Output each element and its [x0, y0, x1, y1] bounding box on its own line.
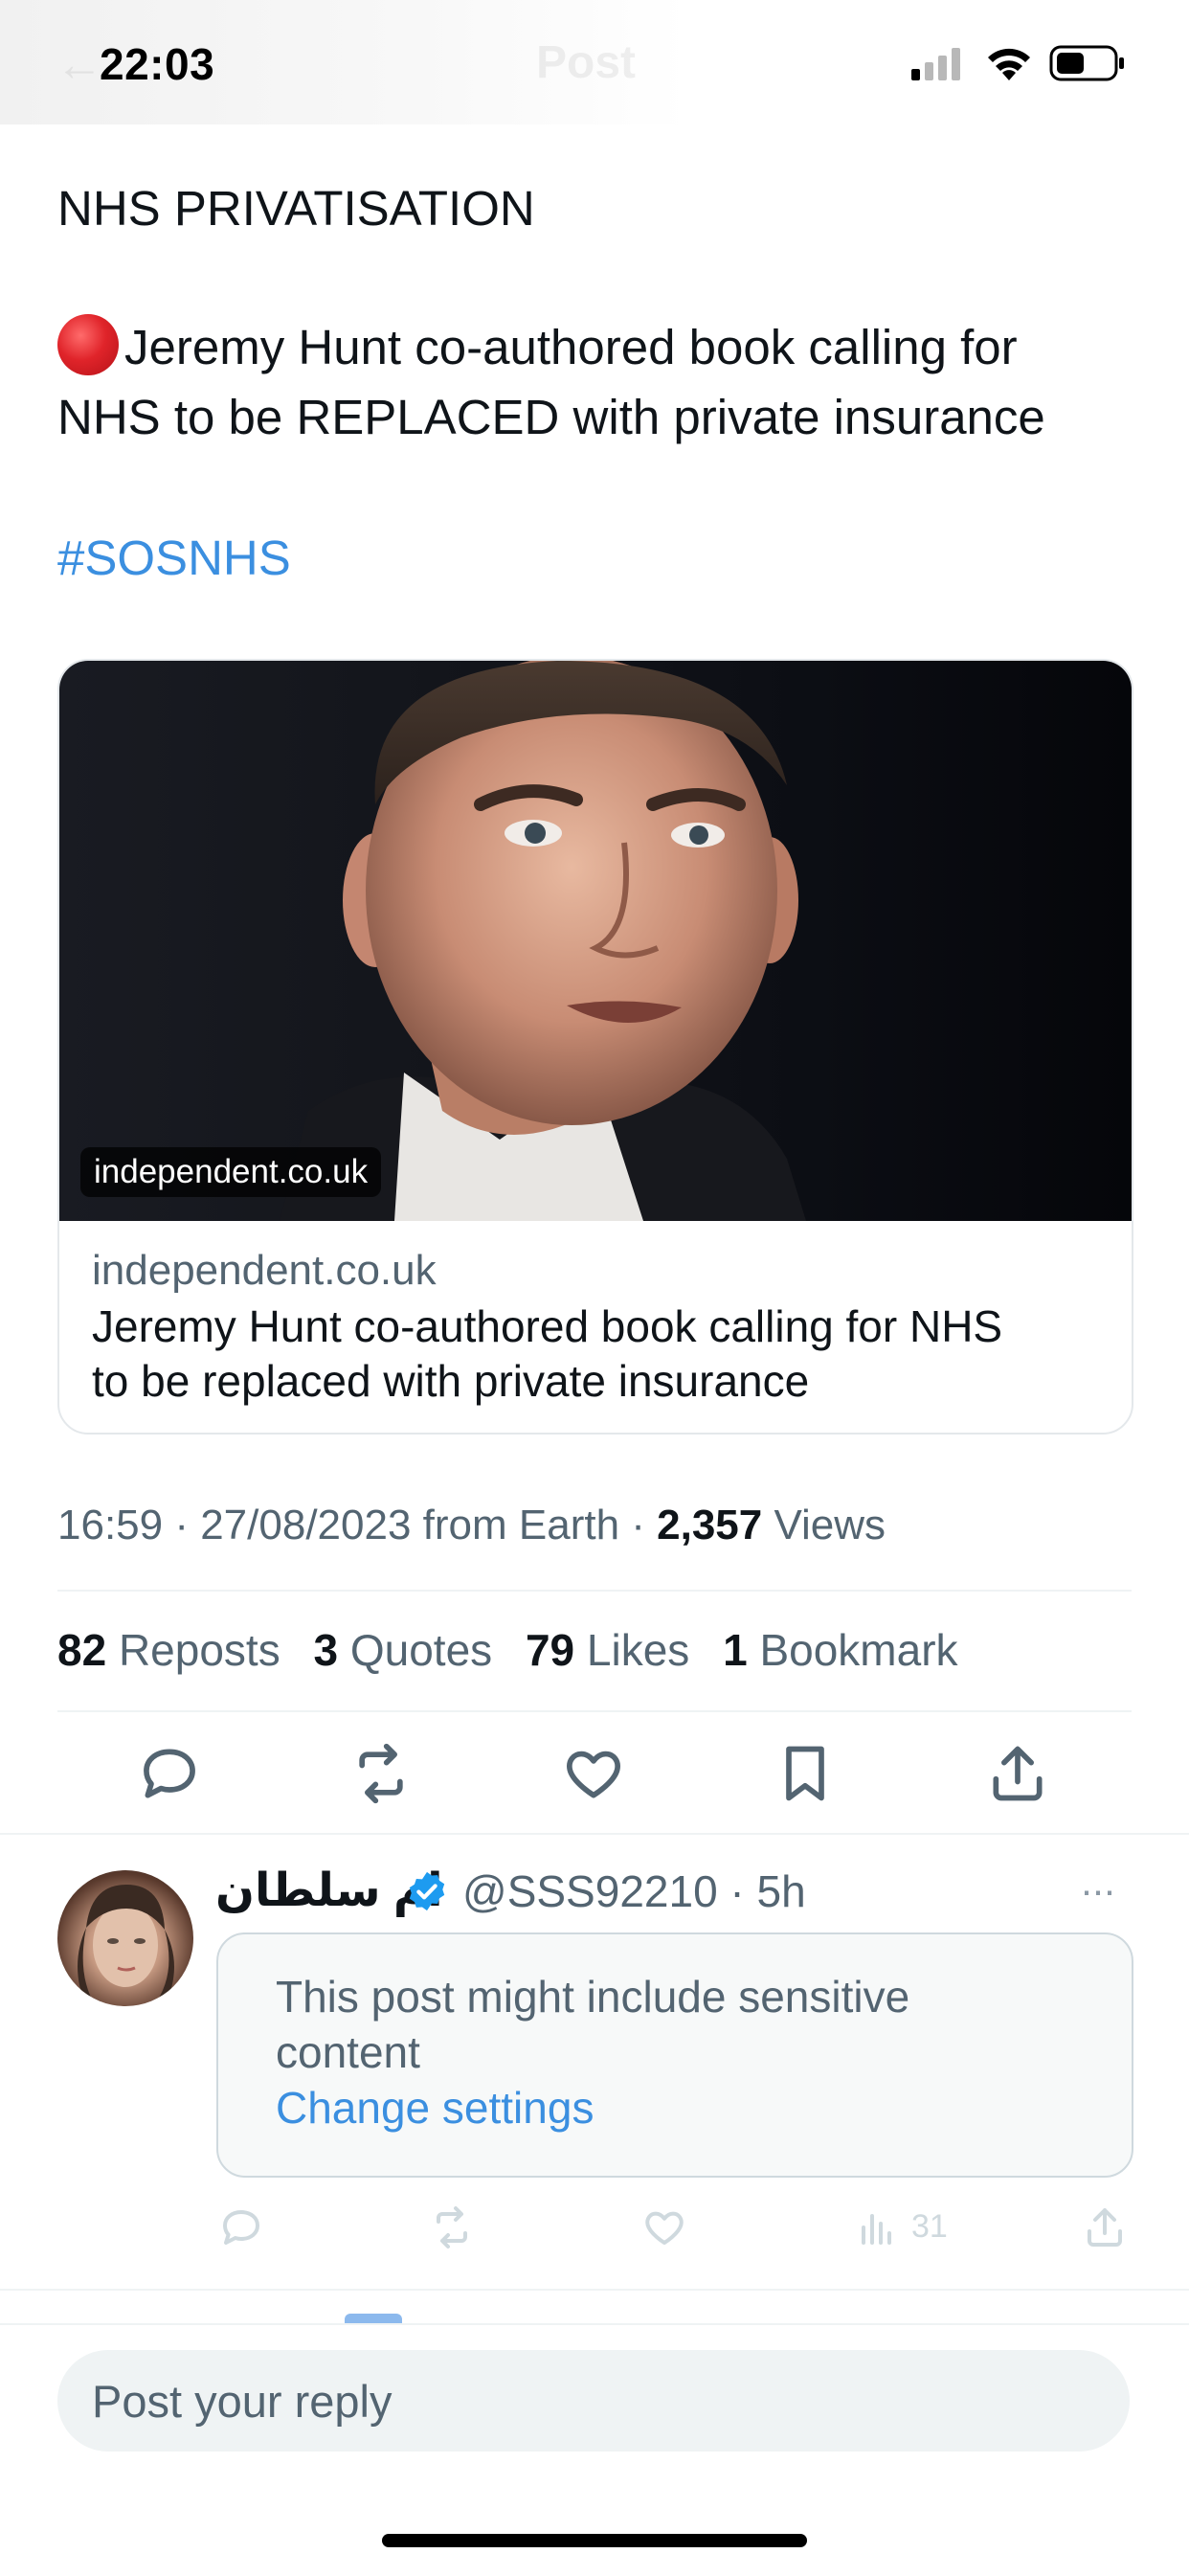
sensitive-text-line-1: This post might include sensitive: [276, 1972, 910, 2022]
sensitive-content-notice: This post might include sensitive conten…: [216, 1932, 1133, 2178]
tweet-body-line-2: NHS to be REPLACED with private insuranc…: [57, 390, 1045, 444]
like-icon[interactable]: [641, 2204, 687, 2250]
home-indicator[interactable]: [382, 2534, 807, 2547]
link-preview-card[interactable]: independent.co.uk independent.co.uk Jere…: [57, 659, 1133, 1435]
more-options-icon[interactable]: ···: [1080, 1867, 1116, 1913]
portrait-illustration: [280, 661, 806, 1221]
bookmarks-count: 1: [723, 1625, 748, 1675]
bookmarks-label: Bookmark: [759, 1625, 958, 1675]
avatar-illustration: [78, 1885, 174, 2006]
views-count: 2,357: [657, 1502, 763, 1548]
engagement-stats: 82 Reposts 3 Quotes 79 Likes 1 Bookmark: [57, 1624, 958, 1676]
tweet-body-text-1: Jeremy Hunt co-authored book calling for: [124, 320, 1018, 374]
tweet-body-line-1: Jeremy Hunt co-authored book calling for: [57, 313, 1018, 382]
verified-badge-icon: [409, 1871, 445, 1911]
views-icon[interactable]: [854, 2204, 900, 2250]
header-title: Post: [536, 37, 637, 88]
sensitive-text-line-2: content: [276, 2027, 420, 2077]
views-label: Views: [762, 1502, 886, 1548]
share-icon[interactable]: [985, 1741, 1050, 1806]
red-circle-icon: [57, 314, 119, 375]
quotes-stat[interactable]: 3 Quotes: [313, 1625, 492, 1675]
likes-stat[interactable]: 79 Likes: [526, 1625, 689, 1675]
bookmark-icon[interactable]: [773, 1741, 838, 1806]
reposts-stat[interactable]: 82 Reposts: [57, 1625, 280, 1675]
quotes-count: 3: [313, 1625, 339, 1675]
status-time: 22:03: [100, 39, 215, 89]
bookmarks-stat[interactable]: 1 Bookmark: [723, 1625, 957, 1675]
like-icon[interactable]: [561, 1741, 626, 1806]
tweet-title: NHS PRIVATISATION: [57, 181, 535, 236]
reply-input[interactable]: [57, 2350, 1130, 2452]
card-domain: independent.co.uk: [92, 1247, 437, 1294]
divider: [0, 1833, 1189, 1835]
repost-icon[interactable]: [429, 2204, 475, 2250]
hashtag-link[interactable]: #SOSNHS: [57, 524, 291, 593]
card-title-line-1: Jeremy Hunt co-authored book calling for…: [92, 1301, 1003, 1351]
battery-icon: [1049, 45, 1124, 81]
reposts-label: Reposts: [118, 1625, 280, 1675]
reply-views-count: 31: [911, 2208, 948, 2245]
divider: [0, 2289, 1189, 2291]
image-domain-badge: independent.co.uk: [80, 1147, 382, 1197]
back-arrow-icon[interactable]: ←: [56, 36, 103, 92]
avatar[interactable]: [57, 1870, 193, 2006]
card-title-line-2: to be replaced with private insurance: [92, 1356, 810, 1406]
likes-label: Likes: [586, 1625, 690, 1675]
divider: [57, 1590, 1132, 1592]
wifi-icon: [988, 48, 1030, 80]
quotes-label: Quotes: [349, 1625, 493, 1675]
status-bar: ← Post 22:03: [0, 0, 1189, 124]
reply-icon[interactable]: [218, 2204, 264, 2250]
repost-icon[interactable]: [348, 1741, 414, 1806]
tweet-timestamp: 16:59 · 27/08/2023 from Earth ·: [57, 1502, 658, 1548]
article-photo: independent.co.uk: [59, 661, 1132, 1221]
reply-icon[interactable]: [137, 1741, 202, 1806]
divider: [57, 1710, 1132, 1712]
tweet-meta: 16:59 · 27/08/2023 from Earth · 2,357 Vi…: [57, 1502, 886, 1549]
reply-handle-time: @SSS92210 · 5h: [462, 1866, 806, 1916]
change-settings-link[interactable]: Change settings: [276, 2080, 594, 2135]
share-icon[interactable]: [1082, 2204, 1128, 2250]
reposts-count: 82: [57, 1625, 107, 1675]
likes-count: 79: [525, 1625, 575, 1675]
signal-icon: [911, 48, 960, 80]
